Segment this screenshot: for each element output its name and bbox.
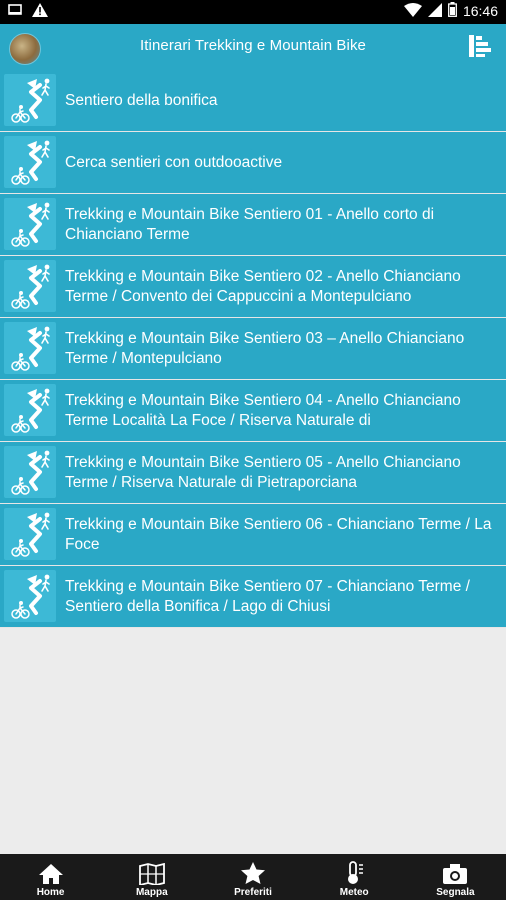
list-item-label: Trekking e Mountain Bike Sentiero 04 - A…: [65, 391, 461, 429]
signal-icon: [427, 2, 442, 20]
list-item-label: Trekking e Mountain Bike Sentiero 06 - C…: [65, 515, 492, 553]
nav-favorites[interactable]: Preferiti: [202, 854, 303, 900]
wifi-icon: [403, 2, 422, 20]
nav-home-label: Home: [36, 887, 65, 898]
action-bar: Itinerari Trekking e Mountain Bike: [0, 24, 506, 70]
warning-icon: [32, 3, 48, 22]
nav-weather[interactable]: Meteo: [304, 854, 405, 900]
list-item-label: Cerca sentieri con outdooactive: [65, 153, 283, 171]
list-item[interactable]: Cerca sentieri con outdooactive: [0, 132, 506, 194]
list-item[interactable]: Trekking e Mountain Bike Sentiero 02 - A…: [0, 256, 506, 318]
star-icon: [240, 861, 266, 887]
list-menu-icon[interactable]: [466, 32, 494, 60]
hiking-biking-icon: [4, 508, 56, 560]
hiking-biking-icon: [4, 322, 56, 374]
hiking-biking-icon: [4, 74, 56, 126]
nav-home[interactable]: Home: [0, 854, 101, 900]
page-title: Itinerari Trekking e Mountain Bike: [139, 37, 366, 54]
status-bar: 16:46: [0, 0, 506, 24]
weather-icon: [341, 861, 367, 887]
list-item[interactable]: Trekking e Mountain Bike Sentiero 06 - C…: [0, 504, 506, 566]
list-item[interactable]: Trekking e Mountain Bike Sentiero 04 - A…: [0, 380, 506, 442]
hiking-biking-icon: [4, 570, 56, 622]
nav-favorites-label: Preferiti: [234, 887, 272, 898]
list-item-label: Trekking e Mountain Bike Sentiero 03 – A…: [65, 329, 465, 367]
list-item[interactable]: Trekking e Mountain Bike Sentiero 05 - A…: [0, 442, 506, 504]
hiking-biking-icon: [4, 446, 56, 498]
list-item-label: Sentiero della bonifica: [65, 91, 218, 109]
hiking-biking-icon: [4, 198, 56, 250]
hiking-biking-icon: [4, 260, 56, 312]
bottom-nav: Home Mappa Preferiti Meteo Segnala: [0, 854, 506, 900]
list-item[interactable]: Trekking e Mountain Bike Sentiero 01 - A…: [0, 194, 506, 256]
nav-map[interactable]: Mappa: [101, 854, 202, 900]
list-item[interactable]: Trekking e Mountain Bike Sentiero 03 – A…: [0, 318, 506, 380]
hiking-biking-icon: [4, 136, 56, 188]
nav-weather-label: Meteo: [339, 887, 369, 898]
hiking-biking-icon: [4, 384, 56, 436]
nav-report[interactable]: Segnala: [405, 854, 506, 900]
screen-icon: [8, 3, 22, 22]
home-icon: [38, 863, 64, 887]
list-item[interactable]: Trekking e Mountain Bike Sentiero 07 - C…: [0, 566, 506, 628]
nav-report-label: Segnala: [436, 887, 475, 898]
map-icon: [138, 863, 165, 887]
trail-list: Sentiero della bonifica Cerca sentieri c…: [0, 70, 506, 628]
list-item[interactable]: Sentiero della bonifica: [0, 70, 506, 132]
list-item-label: Trekking e Mountain Bike Sentiero 02 - A…: [65, 267, 461, 305]
list-item-label: Trekking e Mountain Bike Sentiero 01 - A…: [65, 205, 435, 243]
battery-icon: [448, 2, 457, 20]
nav-map-label: Mappa: [135, 887, 168, 898]
camera-icon: [442, 863, 468, 887]
status-time: 16:46: [462, 3, 498, 19]
list-item-label: Trekking e Mountain Bike Sentiero 07 - C…: [65, 577, 470, 615]
app-logo-icon[interactable]: [9, 33, 41, 65]
list-item-label: Trekking e Mountain Bike Sentiero 05 - A…: [65, 453, 461, 491]
